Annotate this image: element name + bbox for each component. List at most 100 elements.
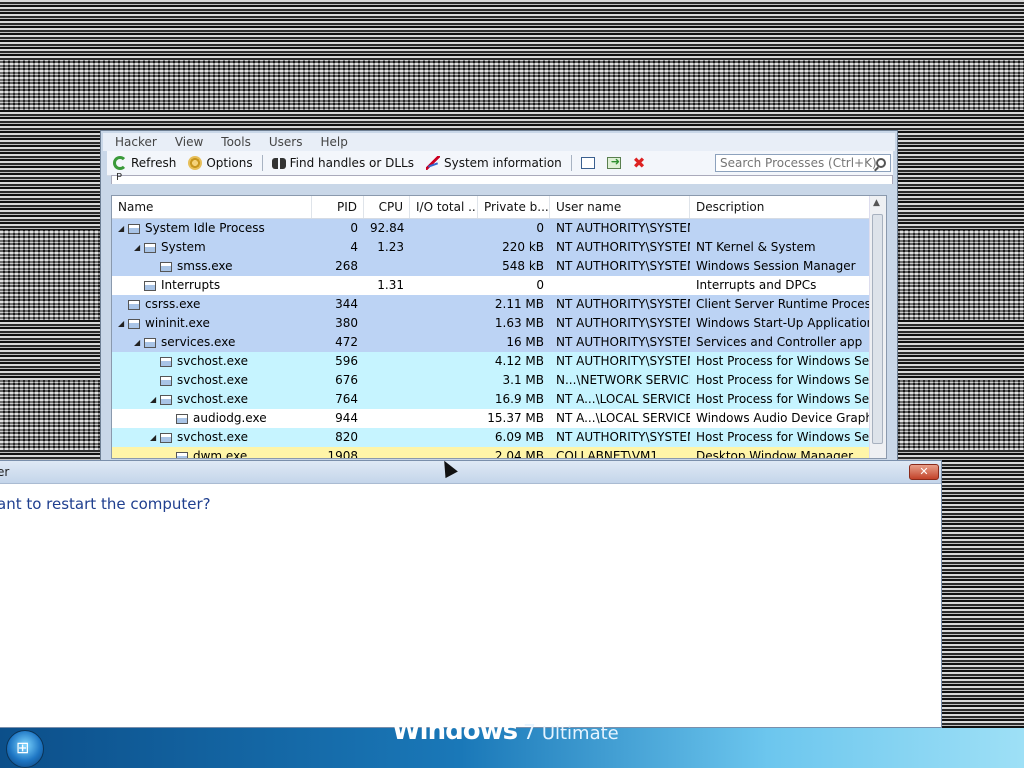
toolbar-separator (261, 155, 263, 171)
column-header-pid[interactable]: PID (312, 196, 364, 218)
cell-private: 0 (536, 221, 544, 235)
process-icon (160, 394, 172, 405)
table-row[interactable]: ◢ wininit.exe 380 1.63 MB NT AUTHORITY\SYSTE… (112, 314, 886, 333)
table-row[interactable]: ◢ System 4 1.23 220 kB NT AUTHORITY\SYSTEM NT … (112, 238, 886, 257)
find-handles-button[interactable]: Find handles or DLLs (266, 156, 420, 170)
cell-io (410, 371, 478, 390)
show-window-button[interactable] (575, 157, 601, 169)
table-row[interactable]: audiodg.exe 944 15.37 MB NT A...\LOCAL SERV… (112, 409, 886, 428)
menu-hacker[interactable]: Hacker (103, 135, 163, 149)
dialog-titlebar[interactable]: er ✕ (0, 461, 941, 484)
process-hacker-window: Hacker View Tools Users Help Refresh Opt… (100, 130, 898, 470)
cell-pid: 268 (335, 259, 358, 273)
system-information-label: System information (443, 156, 562, 170)
table-row[interactable]: dwm.exe 1908 2.04 MB COLLABNET\VM1 Desktop W… (112, 447, 886, 459)
cell-cpu (364, 409, 410, 428)
table-row[interactable]: ◢ svchost.exe 764 16.9 MB NT A...\LOCAL SERV… (112, 390, 886, 409)
options-button[interactable]: Options (182, 156, 258, 170)
process-icon (128, 223, 140, 234)
expand-triangle-icon[interactable]: ◢ (118, 314, 128, 333)
process-name: dwm.exe (193, 449, 248, 459)
column-header-description[interactable]: Description (690, 196, 870, 218)
column-header-private-bytes[interactable]: Private b... (478, 196, 550, 218)
cell-user: NT AUTHORITY\SYSTEM (556, 316, 690, 330)
find-handles-label: Find handles or DLLs (289, 156, 414, 170)
cell-io (410, 352, 478, 371)
column-header-io-total[interactable]: I/O total ... (410, 196, 478, 218)
column-header-name[interactable]: Name (112, 196, 312, 218)
cell-name: ◢ System (112, 238, 312, 257)
cell-cpu: 1.31 (377, 278, 404, 292)
menu-users[interactable]: Users (257, 135, 309, 149)
search-box (715, 154, 891, 172)
search-icon[interactable] (876, 158, 886, 168)
table-row[interactable]: svchost.exe 596 4.12 MB NT AUTHORITY\SYSTEM… (112, 352, 886, 371)
expand-triangle-icon[interactable]: ◢ (134, 238, 144, 257)
scrollbar-thumb[interactable] (872, 214, 883, 444)
vertical-scrollbar[interactable]: ▲ (869, 196, 886, 458)
cell-pid: 1908 (327, 449, 358, 459)
cell-user: NT AUTHORITY\SYSTEM (556, 297, 690, 311)
process-name: svchost.exe (177, 354, 248, 368)
table-row[interactable]: svchost.exe 676 3.1 MB N...\NETWORK SERVICE… (112, 371, 886, 390)
expand-triangle-icon[interactable]: ◢ (150, 390, 160, 409)
toolbar-separator (570, 155, 572, 171)
table-row[interactable]: Interrupts 1.31 0 Interrupts and DPCs (112, 276, 886, 295)
cell-private: 6.09 MB (494, 430, 544, 444)
cell-name: ◢ svchost.exe (112, 428, 312, 447)
cell-name: csrss.exe (112, 295, 312, 314)
table-row[interactable]: csrss.exe 344 2.11 MB NT AUTHORITY\SYSTEM Cl… (112, 295, 886, 314)
process-name: System Idle Process (145, 221, 265, 235)
menu-tools[interactable]: Tools (209, 135, 257, 149)
column-header-user-name[interactable]: User name (550, 196, 690, 218)
table-row[interactable]: smss.exe 268 548 kB NT AUTHORITY\SYSTEM Wind… (112, 257, 886, 276)
menu-help[interactable]: Help (308, 135, 353, 149)
brand-version: 7 (523, 720, 536, 744)
cell-name: svchost.exe (112, 352, 312, 371)
cell-cpu (364, 314, 410, 333)
tab-processes-fragment[interactable]: P (116, 172, 122, 183)
cell-name: smss.exe (112, 257, 312, 276)
cell-private: 3.1 MB (502, 373, 544, 387)
cell-user: NT AUTHORITY\SYSTEM (556, 354, 690, 368)
cell-private: 2.11 MB (494, 297, 544, 311)
cell-name: ◢ wininit.exe (112, 314, 312, 333)
column-header-cpu[interactable]: CPU (364, 196, 410, 218)
cell-cpu (364, 428, 410, 447)
process-icon (160, 356, 172, 367)
table-row[interactable]: ◢ services.exe 472 16 MB NT AUTHORITY\SYSTEM… (112, 333, 886, 352)
cell-desc: Windows Start-Up Application (696, 316, 870, 330)
expand-triangle-icon[interactable]: ◢ (134, 333, 144, 352)
expand-triangle-icon[interactable]: ◢ (118, 219, 128, 238)
menu-view[interactable]: View (163, 135, 209, 149)
options-label: Options (206, 156, 253, 170)
cell-io (410, 390, 478, 409)
gear-icon (188, 156, 203, 170)
cell-desc: Windows Audio Device Graph... (696, 411, 870, 425)
start-button[interactable]: ⊞ (6, 730, 44, 768)
cell-private: 16.9 MB (494, 392, 544, 406)
refresh-button[interactable]: Refresh (107, 156, 182, 170)
cell-io (410, 333, 478, 352)
cell-user: NT AUTHORITY\SYSTEM (556, 240, 690, 254)
cell-private: 548 kB (502, 259, 544, 273)
table-row[interactable]: ◢ System Idle Process 0 92.84 0 NT AUTHORITY\… (112, 219, 886, 238)
cell-cpu (364, 352, 410, 371)
scroll-up-icon[interactable]: ▲ (873, 198, 880, 208)
cell-desc: Host Process for Windows Ser... (696, 373, 870, 387)
search-input[interactable] (720, 156, 876, 170)
cell-name: ◢ services.exe (112, 333, 312, 352)
dialog-close-button[interactable]: ✕ (909, 464, 939, 480)
expand-triangle-icon[interactable]: ◢ (150, 428, 160, 447)
windows-branding: Windows 7 Ultimate (392, 716, 619, 746)
cell-pid: 820 (335, 430, 358, 444)
cell-io (410, 276, 478, 295)
table-row[interactable]: ◢ svchost.exe 820 6.09 MB NT AUTHORITY\SYSTE… (112, 428, 886, 447)
cell-private: 0 (536, 278, 544, 292)
cell-pid (312, 276, 364, 295)
go-to-button[interactable] (601, 155, 627, 169)
cell-desc (690, 219, 870, 238)
system-information-button[interactable]: System information (420, 156, 568, 170)
terminate-button[interactable]: ✖ (627, 156, 652, 171)
cell-user: NT A...\LOCAL SERVICE (556, 411, 690, 425)
